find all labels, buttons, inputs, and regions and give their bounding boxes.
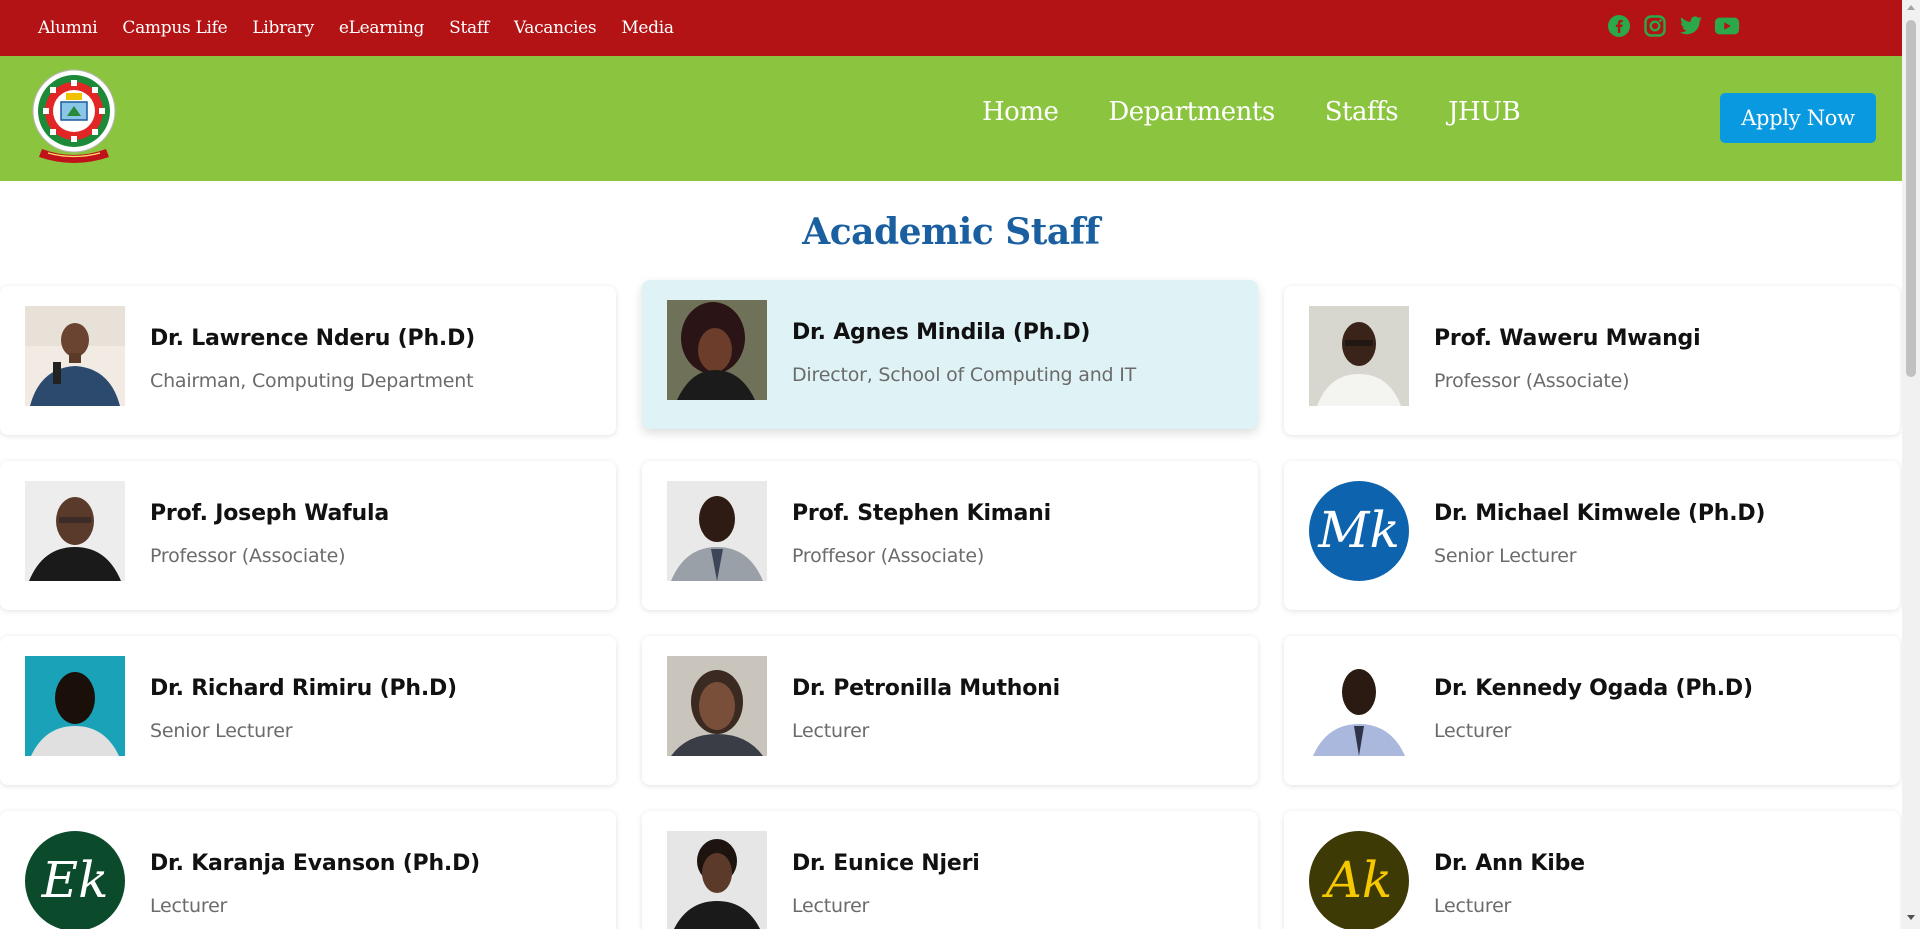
staff-photo	[25, 481, 125, 581]
staff-role: Senior Lecturer	[1434, 545, 1577, 567]
staff-name: Dr. Lawrence Nderu (Ph.D)	[150, 326, 476, 351]
staff-name: Dr. Petronilla Muthoni	[792, 676, 1060, 701]
staff-photo	[667, 656, 767, 756]
youtube-icon[interactable]	[1714, 13, 1740, 39]
university-logo[interactable]	[30, 67, 118, 167]
page-scrollbar[interactable]	[1902, 0, 1920, 929]
staff-name: Dr. Kennedy Ogada (Ph.D)	[1434, 676, 1753, 701]
staff-photo	[1309, 306, 1409, 406]
staff-name: Dr. Karanja Evanson (Ph.D)	[150, 851, 481, 876]
staff-role: Lecturer	[792, 895, 870, 917]
staff-role: Lecturer	[150, 895, 228, 917]
staff-name: Dr. Michael Kimwele (Ph.D)	[1434, 501, 1766, 526]
top-nav: Alumni Campus Life Library eLearning Sta…	[38, 0, 674, 56]
staff-role: Lecturer	[792, 720, 870, 742]
top-nav-staff[interactable]: Staff	[449, 18, 489, 38]
staff-role: Senior Lecturer	[150, 720, 293, 742]
staff-photo	[667, 300, 767, 400]
staff-name: Prof. Waweru Mwangi	[1434, 326, 1701, 351]
top-bar: Alumni Campus Life Library eLearning Sta…	[0, 0, 1902, 56]
top-nav-library[interactable]: Library	[252, 18, 314, 38]
avatar-initials: Ak	[1322, 851, 1392, 909]
staff-card[interactable]: Dr. Petronilla Muthoni Lecturer	[642, 636, 1258, 785]
staff-role: Professor (Associate)	[1434, 370, 1630, 392]
staff-card[interactable]: Mk Dr. Michael Kimwele (Ph.D) Senior Lec…	[1284, 461, 1900, 610]
social-links	[1606, 13, 1740, 39]
staff-name: Dr. Agnes Mindila (Ph.D)	[792, 320, 1091, 345]
staff-card[interactable]: Prof. Joseph Wafula Professor (Associate…	[0, 461, 616, 610]
staff-grid: Dr. Lawrence Nderu (Ph.D) Chairman, Comp…	[0, 280, 1902, 929]
staff-name: Dr. Eunice Njeri	[792, 851, 980, 876]
staff-role: Lecturer	[1434, 720, 1512, 742]
staff-initials-avatar: Ak	[1309, 831, 1409, 929]
apply-now-button[interactable]: Apply Now	[1720, 93, 1876, 143]
staff-role: Lecturer	[1434, 895, 1512, 917]
nav-staffs[interactable]: Staffs	[1325, 97, 1399, 127]
instagram-icon[interactable]	[1642, 13, 1668, 39]
top-nav-elearning[interactable]: eLearning	[339, 18, 425, 38]
staff-role: Chairman, Computing Department	[150, 370, 474, 392]
staff-initials-avatar: Ek	[25, 831, 125, 929]
scroll-thumb[interactable]	[1906, 20, 1916, 377]
staff-card[interactable]: Ak Dr. Ann Kibe Lecturer	[1284, 811, 1900, 929]
staff-role: Proffesor (Associate)	[792, 545, 985, 567]
main-nav: Home Departments Staffs JHUB	[982, 56, 1521, 168]
main-header: Home Departments Staffs JHUB Apply Now	[0, 56, 1902, 181]
facebook-icon[interactable]	[1606, 13, 1632, 39]
staff-card[interactable]: Prof. Waweru Mwangi Professor (Associate…	[1284, 286, 1900, 435]
twitter-icon[interactable]	[1678, 13, 1704, 39]
staff-card[interactable]: Dr. Eunice Njeri Lecturer	[642, 811, 1258, 929]
staff-name: Prof. Joseph Wafula	[150, 501, 390, 526]
top-nav-vacancies[interactable]: Vacancies	[514, 18, 597, 38]
top-nav-alumni[interactable]: Alumni	[38, 18, 98, 38]
avatar-initials: Ek	[41, 851, 109, 909]
staff-photo	[25, 306, 125, 406]
staff-card[interactable]: Prof. Stephen Kimani Proffesor (Associat…	[642, 461, 1258, 610]
staff-photo	[25, 656, 125, 756]
nav-jhub[interactable]: JHUB	[1448, 97, 1521, 127]
staff-photo	[1309, 656, 1409, 756]
staff-photo	[667, 481, 767, 581]
staff-card[interactable]: Dr. Kennedy Ogada (Ph.D) Lecturer	[1284, 636, 1900, 785]
staff-card[interactable]: Dr. Richard Rimiru (Ph.D) Senior Lecture…	[0, 636, 616, 785]
scroll-down-arrow-icon[interactable]	[1907, 915, 1915, 920]
staff-card[interactable]: Ek Dr. Karanja Evanson (Ph.D) Lecturer	[0, 811, 616, 929]
staff-card[interactable]: Dr. Lawrence Nderu (Ph.D) Chairman, Comp…	[0, 286, 616, 435]
staff-card-highlighted[interactable]: Dr. Agnes Mindila (Ph.D) Director, Schoo…	[642, 280, 1258, 429]
top-nav-media[interactable]: Media	[621, 18, 674, 38]
page-title: Academic Staff	[802, 211, 1100, 253]
staff-name: Dr. Richard Rimiru (Ph.D)	[150, 676, 457, 701]
staff-initials-avatar: Mk	[1309, 481, 1409, 581]
avatar-initials: Mk	[1317, 501, 1400, 559]
nav-departments[interactable]: Departments	[1108, 97, 1275, 127]
staff-role: Professor (Associate)	[150, 545, 346, 567]
nav-home[interactable]: Home	[982, 97, 1059, 127]
top-nav-campus-life[interactable]: Campus Life	[122, 18, 227, 38]
staff-name: Prof. Stephen Kimani	[792, 501, 1051, 526]
staff-name: Dr. Ann Kibe	[1434, 851, 1585, 876]
staff-role: Director, School of Computing and IT	[792, 364, 1137, 386]
scroll-up-arrow-icon[interactable]	[1907, 5, 1915, 10]
staff-photo	[667, 831, 767, 929]
